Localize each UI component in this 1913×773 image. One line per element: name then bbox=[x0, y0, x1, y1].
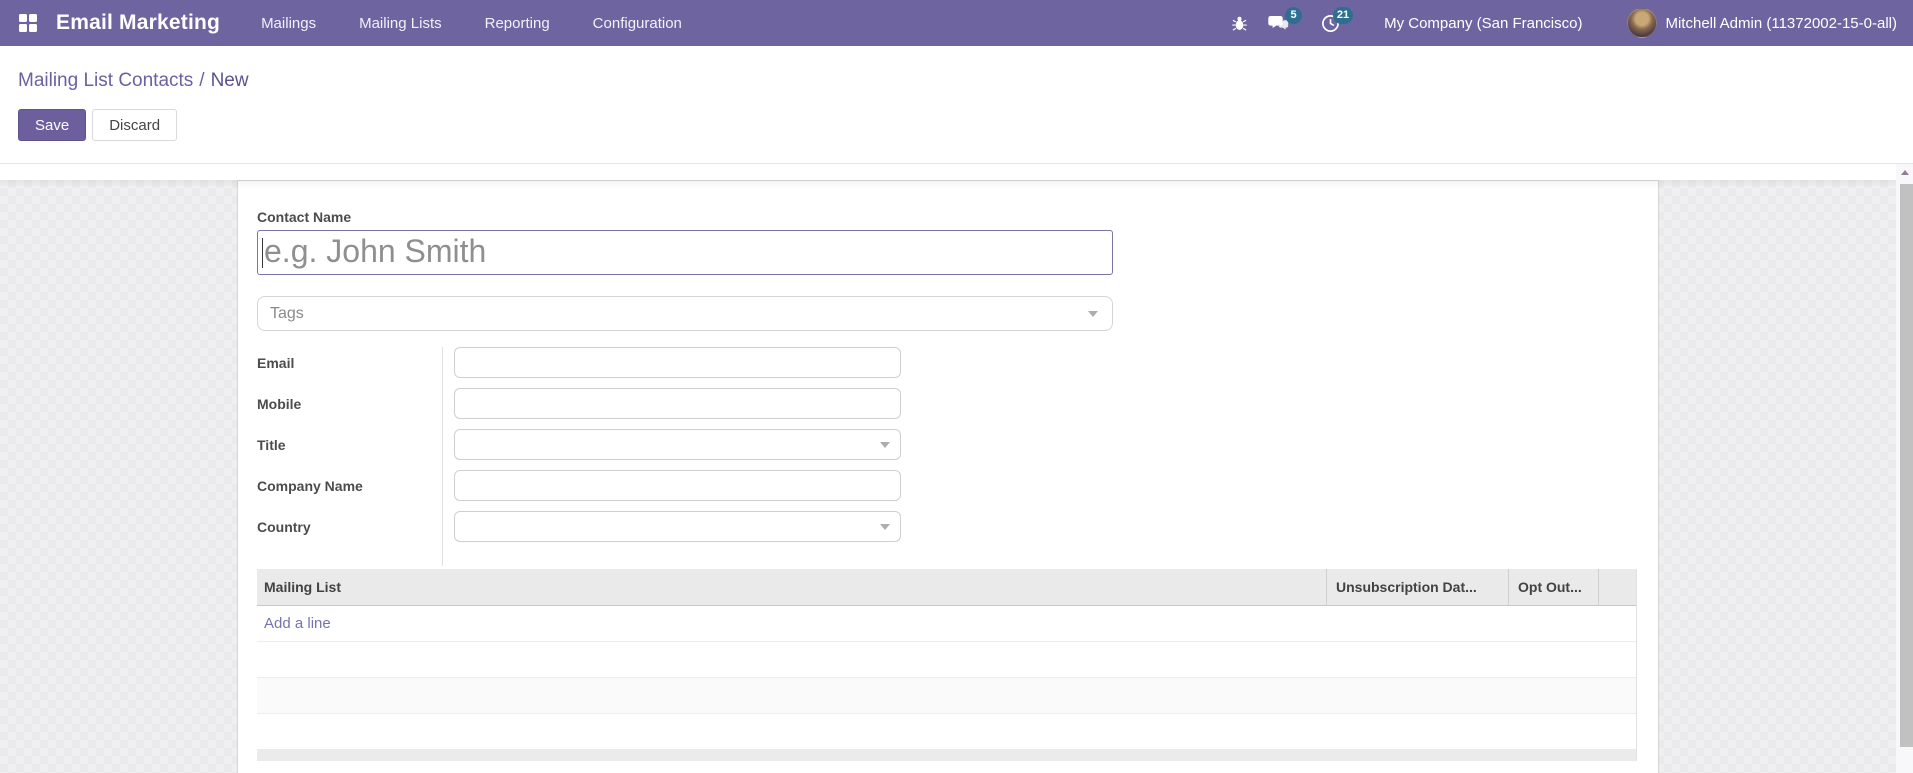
discard-button[interactable]: Discard bbox=[92, 109, 178, 141]
country-field bbox=[454, 511, 901, 542]
content-area: Contact Name Email Mobile Title Company … bbox=[0, 180, 1913, 773]
company-switcher[interactable]: My Company (San Francisco) bbox=[1384, 15, 1582, 32]
form-sheet: Contact Name Email Mobile Title Company … bbox=[237, 180, 1659, 773]
breadcrumb: Mailing List Contacts / New bbox=[18, 70, 1913, 92]
breadcrumb-parent-link[interactable]: Mailing List Contacts bbox=[18, 70, 193, 91]
chevron-down-icon[interactable] bbox=[880, 524, 890, 530]
menu-configuration[interactable]: Configuration bbox=[593, 15, 682, 32]
breadcrumb-separator: / bbox=[199, 70, 205, 91]
systray: 5 21 My Company (San Francisco) Mitchell… bbox=[1211, 6, 1897, 38]
empty-row bbox=[257, 714, 1636, 749]
tags-input[interactable] bbox=[258, 304, 1088, 323]
messages-icon[interactable]: 5 bbox=[1268, 6, 1303, 33]
country-label: Country bbox=[257, 518, 311, 535]
text-cursor bbox=[262, 238, 263, 268]
mailing-list-subscriptions-table: Mailing List Unsubscription Dat... Opt O… bbox=[257, 569, 1637, 761]
column-header-opt-out[interactable]: Opt Out... bbox=[1508, 569, 1598, 605]
menu-reporting[interactable]: Reporting bbox=[485, 15, 550, 32]
country-select[interactable] bbox=[454, 511, 901, 542]
top-navbar: Email Marketing Mailings Mailing Lists R… bbox=[0, 0, 1913, 46]
messages-badge: 5 bbox=[1285, 6, 1303, 24]
activities-badge: 21 bbox=[1332, 6, 1354, 24]
save-button[interactable]: Save bbox=[18, 109, 87, 141]
bug-icon[interactable] bbox=[1231, 15, 1248, 32]
apps-square bbox=[19, 14, 27, 22]
column-header-mailing-list[interactable]: Mailing List bbox=[257, 569, 1326, 605]
table-footer-strip bbox=[257, 749, 1636, 761]
contact-details-group: Email Mobile Title Company Name Country bbox=[257, 347, 1637, 566]
contact-name-input[interactable] bbox=[257, 230, 1113, 275]
apps-square bbox=[29, 14, 37, 22]
activities-icon[interactable]: 21 bbox=[1321, 6, 1354, 33]
add-a-line-link[interactable]: Add a line bbox=[257, 615, 331, 632]
user-menu[interactable]: Mitchell Admin (11372002-15-0-all) bbox=[1665, 15, 1897, 32]
scroll-up-button[interactable] bbox=[1896, 164, 1913, 181]
column-header-extra bbox=[1598, 569, 1636, 605]
apps-menu-icon[interactable] bbox=[19, 14, 37, 32]
menu-mailing-lists[interactable]: Mailing Lists bbox=[359, 15, 442, 32]
email-label: Email bbox=[257, 354, 295, 371]
scroll-up-icon bbox=[1900, 170, 1909, 175]
title-field bbox=[454, 429, 901, 460]
control-panel: Mailing List Contacts / New Save Discard bbox=[0, 46, 1913, 164]
mobile-field bbox=[454, 388, 901, 419]
scrollbar-thumb[interactable] bbox=[1900, 184, 1913, 747]
user-avatar[interactable] bbox=[1627, 8, 1658, 38]
labels-column: Email Mobile Title Company Name Country bbox=[257, 347, 442, 566]
company-name-label: Company Name bbox=[257, 477, 363, 494]
main-menu: Mailings Mailing Lists Reporting Configu… bbox=[261, 15, 725, 32]
empty-row bbox=[257, 642, 1636, 678]
empty-row bbox=[257, 678, 1636, 714]
tags-field[interactable] bbox=[257, 296, 1113, 331]
mobile-label: Mobile bbox=[257, 395, 302, 412]
breadcrumb-current: New bbox=[210, 70, 249, 91]
app-name[interactable]: Email Marketing bbox=[56, 11, 220, 35]
company-name-input[interactable] bbox=[454, 470, 901, 501]
table-header-row: Mailing List Unsubscription Dat... Opt O… bbox=[257, 569, 1636, 606]
email-input[interactable] bbox=[454, 347, 901, 378]
chevron-down-icon[interactable] bbox=[1088, 310, 1098, 317]
action-buttons: Save Discard bbox=[18, 109, 1913, 141]
title-select[interactable] bbox=[454, 429, 901, 460]
chevron-down-icon[interactable] bbox=[880, 442, 890, 448]
add-line-row: Add a line bbox=[257, 606, 1636, 642]
apps-square bbox=[19, 24, 27, 32]
email-field bbox=[454, 347, 901, 378]
contact-name-label: Contact Name bbox=[257, 209, 352, 225]
mobile-input[interactable] bbox=[454, 388, 901, 419]
fields-column bbox=[442, 347, 901, 566]
company-name-field bbox=[454, 470, 901, 501]
contact-name-field bbox=[257, 230, 1113, 275]
apps-square bbox=[29, 24, 37, 32]
menu-mailings[interactable]: Mailings bbox=[261, 15, 316, 32]
column-header-unsubscription-date[interactable]: Unsubscription Dat... bbox=[1326, 569, 1508, 605]
title-label: Title bbox=[257, 436, 286, 453]
vertical-scrollbar[interactable] bbox=[1896, 164, 1913, 773]
